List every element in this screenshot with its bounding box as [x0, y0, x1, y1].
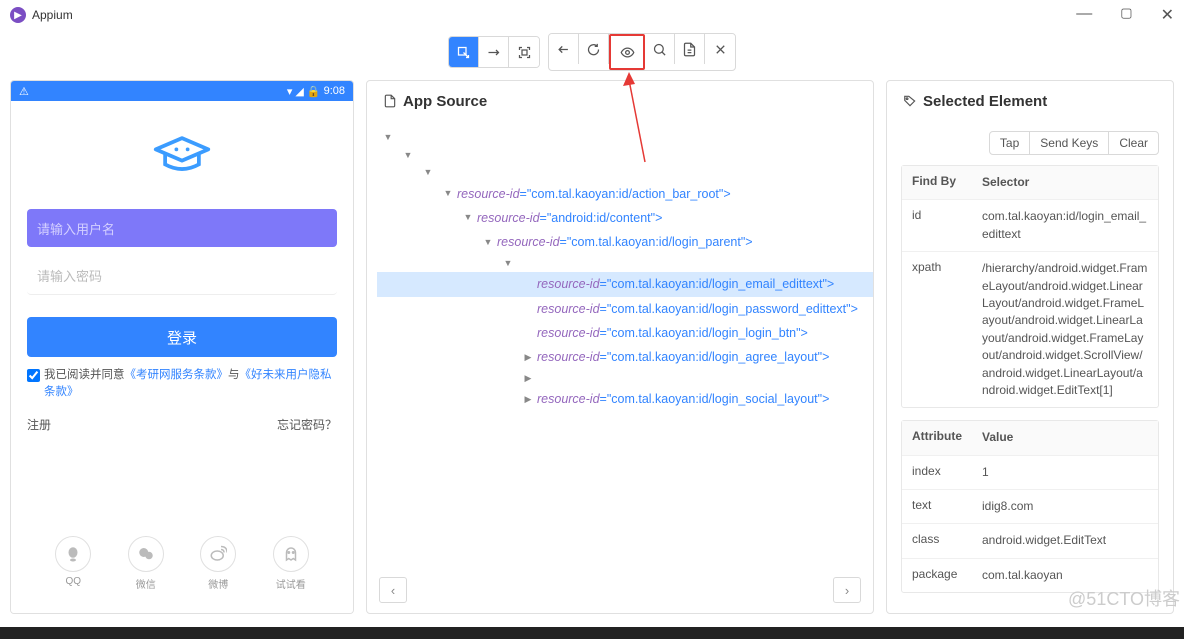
back-button[interactable]: [549, 34, 579, 64]
app-logo-icon: [152, 131, 212, 179]
window-title: Appium: [32, 8, 73, 22]
document-icon: [383, 94, 397, 108]
social-try[interactable]: 试试看: [273, 536, 309, 591]
copy-xml-button[interactable]: [675, 34, 705, 64]
findby-table: Find BySelector idcom.tal.kaoyan:id/logi…: [901, 165, 1159, 408]
status-bar: ⚠ ▾ ◢ 🔒 9:08: [11, 81, 353, 101]
tree-node[interactable]: ▼ resource-id="com.tal.kaoyan:id/action_…: [377, 182, 873, 206]
table-row: classandroid.widget.EditText: [902, 523, 1158, 557]
wifi-icon: ▾: [287, 85, 293, 98]
qq-icon: [55, 536, 91, 572]
sendkeys-button[interactable]: Send Keys: [1030, 132, 1109, 154]
tree-node[interactable]: ▼: [377, 164, 873, 182]
device-preview-panel: ⚠ ▾ ◢ 🔒 9:08 请输入用户名 请输入密码 登录 我已阅读并同意《考研网…: [10, 80, 354, 614]
social-wechat[interactable]: 微信: [128, 536, 164, 591]
tree-node[interactable]: resource-id="com.tal.kaoyan:id/login_ema…: [377, 272, 873, 296]
tree-node[interactable]: ▶: [377, 370, 873, 388]
battery-icon: 🔒: [307, 85, 321, 98]
tree-node[interactable]: ▼ resource-id="android:id/content">: [377, 206, 873, 230]
source-tree[interactable]: ▼▼▼▼ resource-id="com.tal.kaoyan:id/acti…: [367, 121, 873, 571]
login-button[interactable]: 登录: [27, 317, 337, 357]
tree-prev-button[interactable]: ‹: [379, 577, 407, 603]
search-button[interactable]: [645, 34, 675, 64]
tree-node[interactable]: ▼: [377, 255, 873, 273]
taskbar: [0, 627, 1184, 639]
tree-next-button[interactable]: ›: [833, 577, 861, 603]
table-row: idcom.tal.kaoyan:id/login_email_edittext: [902, 199, 1158, 251]
record-button[interactable]: [612, 37, 642, 67]
password-input[interactable]: 请输入密码: [27, 257, 337, 295]
titlebar: ▶ Appium — ▢ ✕: [0, 0, 1184, 30]
forgot-link[interactable]: 忘记密码？: [277, 416, 337, 433]
agree-checkbox[interactable]: [27, 369, 40, 382]
weibo-icon: [200, 536, 236, 572]
social-weibo[interactable]: 微博: [200, 536, 236, 591]
wechat-icon: [128, 536, 164, 572]
quit-button[interactable]: [705, 34, 735, 64]
tap-button[interactable]: Tap: [990, 132, 1030, 154]
clear-button[interactable]: Clear: [1109, 132, 1158, 154]
tree-node[interactable]: ▶ resource-id="com.tal.kaoyan:id/login_a…: [377, 345, 873, 369]
status-time: 9:08: [324, 85, 345, 97]
social-qq[interactable]: QQ: [55, 536, 91, 591]
tap-coords-button[interactable]: [509, 37, 539, 67]
username-input[interactable]: 请输入用户名: [27, 209, 337, 247]
source-title: App Source: [403, 93, 487, 110]
signal-icon: ◢: [295, 85, 303, 98]
table-row: index1: [902, 455, 1158, 489]
refresh-button[interactable]: [579, 34, 609, 64]
ghost-icon: [273, 536, 309, 572]
appium-logo-icon: ▶: [10, 7, 26, 23]
agree-row: 我已阅读并同意《考研网服务条款》与《好未来用户隐私条款》: [27, 367, 337, 402]
swipe-button[interactable]: [479, 37, 509, 67]
tree-node[interactable]: ▼: [377, 147, 873, 165]
table-row: textidig8.com: [902, 489, 1158, 523]
selected-element-panel: Selected Element Tap Send Keys Clear Fin…: [886, 80, 1174, 614]
maximize-icon[interactable]: ▢: [1120, 5, 1132, 25]
close-icon[interactable]: ✕: [1161, 5, 1174, 25]
toolbar: [0, 30, 1184, 74]
select-element-button[interactable]: [449, 37, 479, 67]
tree-node[interactable]: ▼: [377, 129, 873, 147]
register-link[interactable]: 注册: [27, 416, 51, 433]
terms-link[interactable]: 《考研网服务条款》: [125, 369, 229, 381]
minimize-icon[interactable]: —: [1076, 5, 1092, 25]
tree-node[interactable]: ▼ resource-id="com.tal.kaoyan:id/login_p…: [377, 230, 873, 254]
warning-icon: ⚠: [19, 85, 29, 98]
table-row: packagecom.tal.kaoyan: [902, 558, 1158, 592]
tree-node[interactable]: ▶ resource-id="com.tal.kaoyan:id/login_s…: [377, 387, 873, 411]
tree-node[interactable]: resource-id="com.tal.kaoyan:id/login_pas…: [377, 297, 873, 321]
app-source-panel: App Source ▼▼▼▼ resource-id="com.tal.kao…: [366, 80, 874, 614]
tag-icon: [903, 94, 917, 108]
tree-node[interactable]: resource-id="com.tal.kaoyan:id/login_log…: [377, 321, 873, 345]
attribute-table: AttributeValue index1textidig8.comclassa…: [901, 420, 1159, 593]
table-row: xpath/hierarchy/android.widget.FrameLayo…: [902, 251, 1158, 407]
selected-title: Selected Element: [923, 93, 1047, 110]
